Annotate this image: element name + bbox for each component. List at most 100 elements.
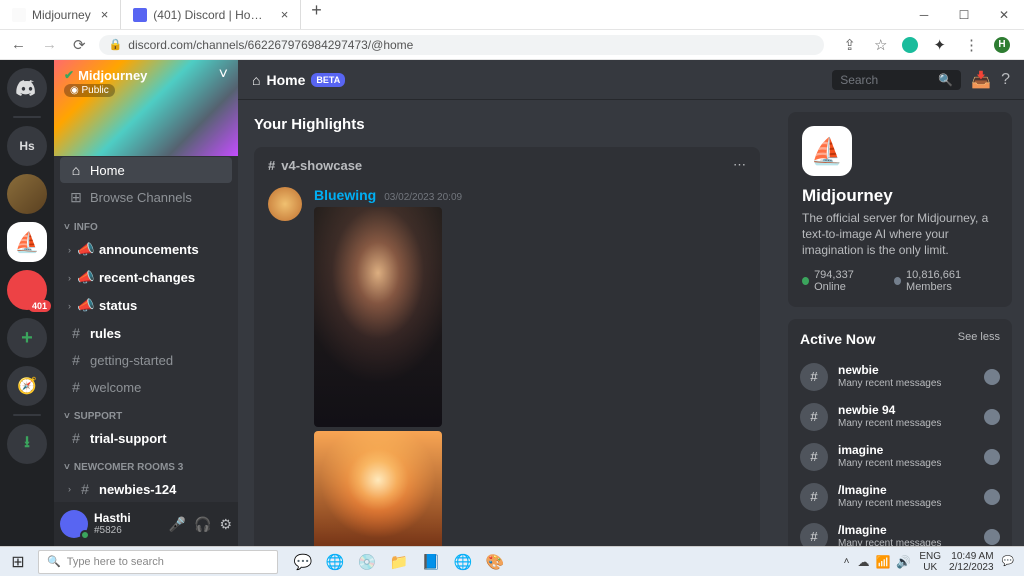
deafen-icon[interactable]: 🎧 xyxy=(194,516,211,533)
main-body: Your Highlights #v4-showcase ⋯ Bluewing … xyxy=(238,100,1024,546)
channel-item[interactable]: ›📣recent-changes xyxy=(60,264,232,291)
server-header[interactable]: ✔Midjourney ˅ ◉ Public xyxy=(54,60,238,156)
more-icon[interactable]: ⋯ xyxy=(733,157,746,173)
active-item[interactable]: #/ImagineMany recent messages xyxy=(800,477,1000,517)
channel-label: newbies-124 xyxy=(99,482,176,497)
channel-item[interactable]: ›#newbies-124 xyxy=(60,476,232,502)
active-item[interactable]: #/ImagineMany recent messages xyxy=(800,517,1000,546)
taskbar-app-icon[interactable]: 💿 xyxy=(352,549,382,575)
add-server-button[interactable]: + xyxy=(7,318,47,358)
server-button-active[interactable]: ⛵ xyxy=(7,222,47,262)
browser-address-bar: ← → ⟳ 🔒 discord.com/channels/66226797698… xyxy=(0,30,1024,60)
clock[interactable]: 10:49 AM 2/12/2023 xyxy=(949,551,994,573)
chevron-down-icon[interactable]: ˅ xyxy=(219,66,228,84)
category-header[interactable]: ˅INFO xyxy=(60,212,232,235)
category-header[interactable]: ˅SUPPORT xyxy=(60,401,232,424)
mute-icon[interactable]: 🎤 xyxy=(169,516,186,533)
announcement-icon: 📣 xyxy=(77,297,93,314)
close-button[interactable]: ✕ xyxy=(984,0,1024,30)
server-button[interactable]: 401 xyxy=(7,270,47,310)
tray-icon[interactable]: ☁ xyxy=(857,555,869,569)
status-dot-icon xyxy=(80,530,90,540)
browser-tab[interactable]: Midjourney × xyxy=(0,0,121,29)
channel-item[interactable]: ›📣announcements xyxy=(60,236,232,263)
message-image[interactable] xyxy=(314,431,442,546)
right-sidebar[interactable]: ⛵ Midjourney The official server for Mid… xyxy=(776,100,1024,546)
channel-item[interactable]: #getting-started xyxy=(60,347,232,373)
dm-button[interactable] xyxy=(7,68,47,108)
message-avatar[interactable] xyxy=(268,187,302,221)
online-count: 794,337 Online xyxy=(814,269,880,293)
language-indicator[interactable]: ENG UK xyxy=(919,551,941,573)
help-icon[interactable]: ? xyxy=(1001,71,1010,89)
active-title: Active Now xyxy=(800,331,875,347)
maximize-button[interactable]: ☐ xyxy=(944,0,984,30)
extensions-icon[interactable]: ✦ xyxy=(930,36,949,54)
bookmark-icon[interactable]: ☆ xyxy=(871,36,890,54)
new-tab-button[interactable]: + xyxy=(301,0,332,29)
server-button[interactable]: Hs xyxy=(7,126,47,166)
channel-home[interactable]: ⌂Home xyxy=(60,157,232,183)
back-button[interactable]: ← xyxy=(8,36,29,53)
url-field[interactable]: 🔒 discord.com/channels/66226797698429747… xyxy=(99,35,825,55)
lock-icon: 🔒 xyxy=(109,38,123,51)
active-item[interactable]: #newbieMany recent messages xyxy=(800,357,1000,397)
forward-button[interactable]: → xyxy=(39,36,60,53)
tray-icon[interactable]: 📶 xyxy=(875,555,890,569)
url-text: discord.com/channels/662267976984297473/… xyxy=(128,38,413,52)
close-icon[interactable]: × xyxy=(101,7,109,22)
channel-label: rules xyxy=(90,326,121,341)
user-tag: #5826 xyxy=(94,525,163,536)
windows-taskbar: ⊞ 🔍 Type here to search 💬 🌐 💿 📁 📘 🌐 🎨 ˄ … xyxy=(0,546,1024,576)
taskbar-app-icon[interactable]: 🌐 xyxy=(448,549,478,575)
category-header[interactable]: ˅NEWCOMER ROOMS 3 xyxy=(60,452,232,475)
user-info[interactable]: Hasthi #5826 xyxy=(94,512,163,536)
taskbar-app-icon[interactable]: 🎨 xyxy=(480,549,510,575)
announcement-icon: 📣 xyxy=(77,269,93,286)
chevron-up-icon[interactable]: ˄ xyxy=(844,556,850,567)
search-input[interactable]: Search 🔍 xyxy=(832,70,961,90)
channel-item[interactable]: ›📣status xyxy=(60,292,232,319)
message-author[interactable]: Bluewing xyxy=(314,187,376,203)
taskbar-search[interactable]: 🔍 Type here to search xyxy=(38,550,278,574)
channel-item[interactable]: #trial-support xyxy=(60,425,232,451)
server-button[interactable] xyxy=(7,174,47,214)
card-header[interactable]: #v4-showcase ⋯ xyxy=(254,147,760,183)
taskbar-app-icon[interactable]: 💬 xyxy=(288,549,318,575)
browser-tab-active[interactable]: (401) Discord | Home – Midjou… × xyxy=(121,0,301,29)
menu-icon[interactable]: ⋮ xyxy=(961,36,982,54)
active-item[interactable]: #imagineMany recent messages xyxy=(800,437,1000,477)
tray-icon[interactable]: 🔊 xyxy=(896,555,911,569)
message-image[interactable] xyxy=(314,207,442,427)
channel-sidebar: ✔Midjourney ˅ ◉ Public ⌂Home ⊞Browse Cha… xyxy=(54,60,238,546)
user-avatar[interactable] xyxy=(60,510,88,538)
tab-title: (401) Discord | Home – Midjou… xyxy=(153,8,270,22)
profile-avatar[interactable]: H xyxy=(994,37,1010,53)
explore-button[interactable]: 🧭 xyxy=(7,366,47,406)
inbox-icon[interactable]: 📥 xyxy=(971,70,991,90)
hash-icon: # xyxy=(68,430,84,446)
see-less-link[interactable]: See less xyxy=(958,331,1000,347)
share-icon[interactable]: ⇪ xyxy=(840,36,859,54)
minimize-button[interactable]: ─ xyxy=(904,0,944,30)
taskbar-app-icon[interactable]: 📘 xyxy=(416,549,446,575)
channel-list[interactable]: ⌂Home ⊞Browse Channels ˅INFO ›📣announcem… xyxy=(54,156,238,502)
start-button[interactable]: ⊞ xyxy=(4,549,32,575)
gear-icon[interactable]: ⚙ xyxy=(219,516,232,533)
extension-icon[interactable] xyxy=(902,37,918,53)
taskbar-app-icon[interactable]: 📁 xyxy=(384,549,414,575)
taskbar-app-icon[interactable]: 🌐 xyxy=(320,549,350,575)
active-item[interactable]: #newbie 94Many recent messages xyxy=(800,397,1000,437)
channel-item[interactable]: #rules xyxy=(60,320,232,346)
member-count: 10,816,661 Members xyxy=(906,269,998,293)
channel-browse[interactable]: ⊞Browse Channels xyxy=(60,184,232,211)
user-name: Hasthi xyxy=(94,512,163,525)
close-icon[interactable]: × xyxy=(281,7,289,22)
message: Bluewing 03/02/2023 20:09 xyxy=(254,183,760,546)
channel-item[interactable]: #welcome xyxy=(60,374,232,400)
reload-button[interactable]: ⟳ xyxy=(70,36,89,54)
download-button[interactable]: ⭳ xyxy=(7,424,47,464)
notifications-icon[interactable]: 💬 xyxy=(1002,556,1014,567)
chevron-icon: › xyxy=(68,301,71,311)
feed[interactable]: Your Highlights #v4-showcase ⋯ Bluewing … xyxy=(238,100,776,546)
